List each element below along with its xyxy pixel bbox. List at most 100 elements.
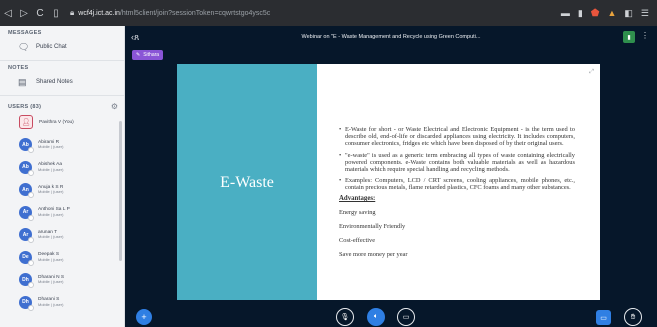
user-list-item[interactable]: Dh Dharani S Mobile | (user) (0, 291, 124, 314)
notes-title: NOTES (8, 65, 29, 71)
options-menu-icon[interactable]: ⋮ (641, 31, 649, 40)
user-role: Mobile | (user) (38, 234, 64, 240)
main-area: ‹ጸ Webinar on "E - Waste Management and … (125, 26, 657, 327)
device-status-icon (28, 192, 34, 199)
presentation-button[interactable]: ▭ (596, 310, 611, 325)
actions-plus-button[interactable]: + (136, 309, 152, 325)
user-list-item[interactable]: Ar Anthoni Sa L P Mobile | (user) (0, 201, 124, 224)
lock-icon: 🔒︎ (70, 8, 75, 17)
avatar-initials: De (22, 254, 29, 261)
public-chat-label: Public Chat (36, 44, 67, 50)
shared-notes-label: Shared Notes (36, 79, 73, 85)
reload-icon[interactable]: C (32, 8, 48, 19)
device-status-icon (28, 304, 34, 311)
gear-icon[interactable]: ⚙ (111, 102, 118, 111)
user-role: Mobile | (user) (38, 301, 64, 307)
avatar-initials: Ar (22, 209, 29, 216)
presenter-name: Sithara (143, 52, 160, 58)
user-list-item[interactable]: De Deepak S Mobile | (user) (0, 246, 124, 269)
speaker-icon: 🔈︎ (373, 313, 379, 320)
avatar: Ab (19, 138, 34, 154)
forward-arrow-icon[interactable]: ▷ (16, 8, 32, 19)
browser-toolbar: ◁ ▷ C ▯ 🔒︎ wcf4j.ict.ac.in/html5client/j… (0, 0, 657, 26)
device-status-icon (28, 237, 34, 244)
user-list-item[interactable]: Ar arunan T Mobile | (user) (0, 224, 124, 247)
device-status-icon (28, 282, 34, 289)
user-list-item[interactable]: Ab Abishek Aa Mobile | (user) (0, 156, 124, 179)
user-role: Mobile | (user) (38, 144, 64, 150)
advantage-item: Cost-effective (339, 236, 376, 244)
slide-bullet: E-Waste for short - or Waste Electrical … (339, 126, 575, 148)
messages-title: MESSAGES (8, 30, 42, 36)
user-list-item[interactable]: 👤︎ Pavithra V (You) (0, 111, 124, 134)
user-name: Pavithra V (You) (39, 119, 74, 125)
user-avatar-icon: 👤︎ (19, 115, 33, 130)
sidebar: MESSAGES 🗨︎ Public Chat NOTES ▤ Shared N… (0, 26, 125, 327)
window-icon[interactable]: ◧ (624, 8, 633, 19)
user-list: 👤︎ Pavithra V (You) Ab Abirami R Mobile | (u… (0, 111, 124, 314)
avatar-initials: Dh (22, 299, 29, 306)
notes-icon: ▤ (18, 76, 27, 87)
avatar: An (19, 183, 34, 199)
address-bar[interactable]: 🔒︎ wcf4j.ict.ac.in/html5client/join?sess… (70, 8, 561, 18)
presentation-slide: E-Waste ⤢ E-Waste for short - or Waste E… (177, 64, 600, 300)
url-text: wcf4j.ict.ac.in/html5client/join?session… (78, 9, 271, 17)
device-status-icon (28, 169, 34, 176)
slide-bullet: "e-waste" is used as a generic term embr… (339, 152, 575, 174)
avatar: Ab (19, 160, 34, 176)
avatar-initials: Ar (22, 231, 29, 238)
shared-notes-item[interactable]: ▤ Shared Notes (0, 71, 124, 93)
public-chat-item[interactable]: 🗨︎ Public Chat (0, 36, 124, 58)
menu-icon[interactable]: ☰ (641, 8, 649, 19)
user-role: Mobile | (user) (38, 256, 64, 262)
avatar-initials: An (22, 186, 29, 193)
fullscreen-icon[interactable]: ⤢ (589, 69, 594, 76)
meeting-topbar: ‹ጸ Webinar on "E - Waste Management and … (125, 26, 657, 48)
connection-status-icon[interactable]: ▮ (623, 31, 635, 43)
alert-icon[interactable]: ▲ (607, 8, 616, 18)
slide-title: E-Waste (220, 174, 274, 191)
advantage-item: Energy saving (339, 209, 376, 217)
avatar: Ar (19, 205, 34, 221)
device-status-icon (28, 259, 34, 266)
bookmark-icon[interactable]: ▯ (48, 8, 64, 19)
user-list-item[interactable]: Dh Dharani N S Mobile | (user) (0, 269, 124, 292)
camera-off-icon: ▭ (402, 314, 410, 321)
avatar-initials: Dh (22, 276, 29, 283)
user-list-item[interactable]: An Anuja k S R Mobile | (user) (0, 179, 124, 202)
avatar: Dh (19, 273, 34, 289)
advantage-item: Environmentally Friendly (339, 223, 406, 231)
screen-cast-icon[interactable]: ▬ (561, 8, 570, 18)
user-list-item[interactable]: Ab Abirami R Mobile | (user) (0, 134, 124, 157)
user-role: Mobile | (user) (38, 189, 64, 195)
mic-off-icon: 🎙︎ (340, 314, 350, 321)
users-title: USERS (83) (8, 103, 42, 110)
slide-body: E-Waste for short - or Waste Electrical … (339, 126, 575, 258)
chat-icon: 🗨︎ (18, 41, 30, 52)
presenter-badge: ✎ Sithara (132, 50, 164, 60)
more-icon[interactable]: ▮ (578, 8, 583, 19)
audio-button[interactable]: 🔈︎ (367, 308, 385, 326)
avatar: Dh (19, 295, 34, 311)
avatar: Ar (19, 228, 34, 244)
mute-mic-button[interactable]: 🎙︎ (336, 308, 354, 326)
user-role: Mobile | (user) (38, 211, 64, 217)
raise-hand-button[interactable]: ✋︎ (624, 308, 642, 326)
avatar-initials: Ab (22, 141, 29, 148)
shield-icon[interactable]: ⬟ (591, 8, 600, 19)
user-role: Mobile | (user) (38, 166, 64, 172)
webcam-button[interactable]: ▭ (397, 308, 415, 326)
user-role: Mobile | (user) (38, 279, 64, 285)
avatar-initials: Ab (22, 164, 29, 171)
hand-icon: ✋︎ (630, 312, 636, 321)
device-status-icon (28, 214, 34, 221)
presenter-icon: ✎ (136, 52, 141, 58)
meeting-title: Webinar on "E - Waste Management and Rec… (301, 34, 481, 40)
screen-icon: ▭ (600, 314, 607, 322)
back-arrow-icon[interactable]: ◁ (0, 8, 16, 19)
device-status-icon (28, 147, 34, 154)
advantage-item: Save more money per year (339, 250, 408, 258)
avatar: De (19, 250, 34, 266)
slide-bullet: Examples: Computers, LCD / CRT screens, … (339, 177, 575, 191)
sidebar-scrollbar[interactable] (119, 121, 122, 261)
